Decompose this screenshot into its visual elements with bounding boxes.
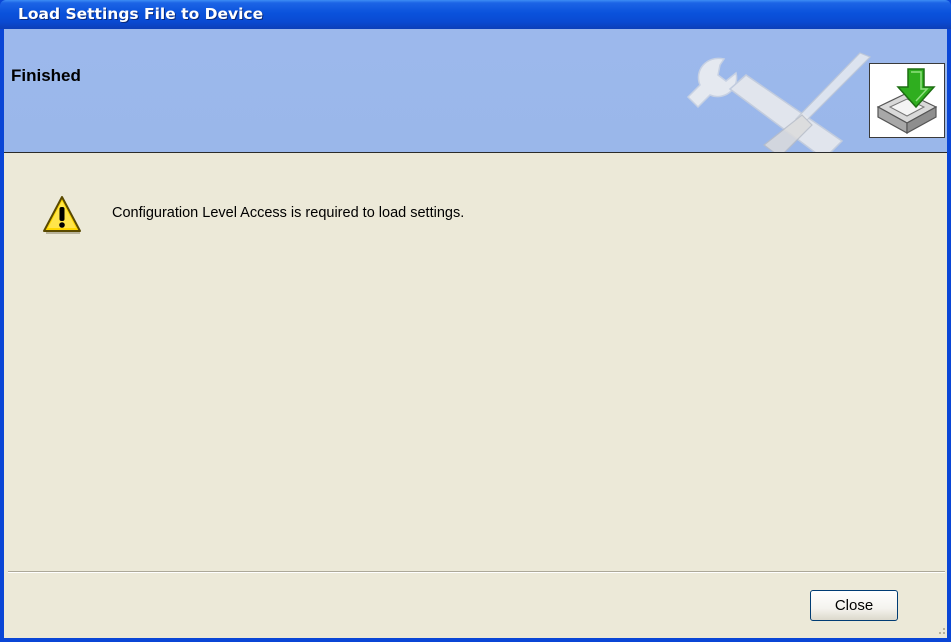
wizard-header: Finished [4,29,947,153]
close-button[interactable]: Close [810,590,898,621]
resize-grip-icon[interactable] [936,625,946,635]
title-bar[interactable]: Load Settings File to Device [0,0,951,29]
warning-icon [43,196,81,234]
footer-divider [8,571,945,573]
dialog-window: Load Settings File to Device Finished Co… [0,0,951,642]
message-text: Configuration Level Access is required t… [112,205,465,221]
window-title: Load Settings File to Device [18,5,264,23]
dialog-body: Finished Configuration Level Access is r… [4,29,947,638]
header-title: Finished [11,66,81,85]
wrench-screwdriver-icon [686,52,872,152]
content-area: Configuration Level Access is required t… [4,153,947,571]
download-to-device-icon [869,63,945,138]
